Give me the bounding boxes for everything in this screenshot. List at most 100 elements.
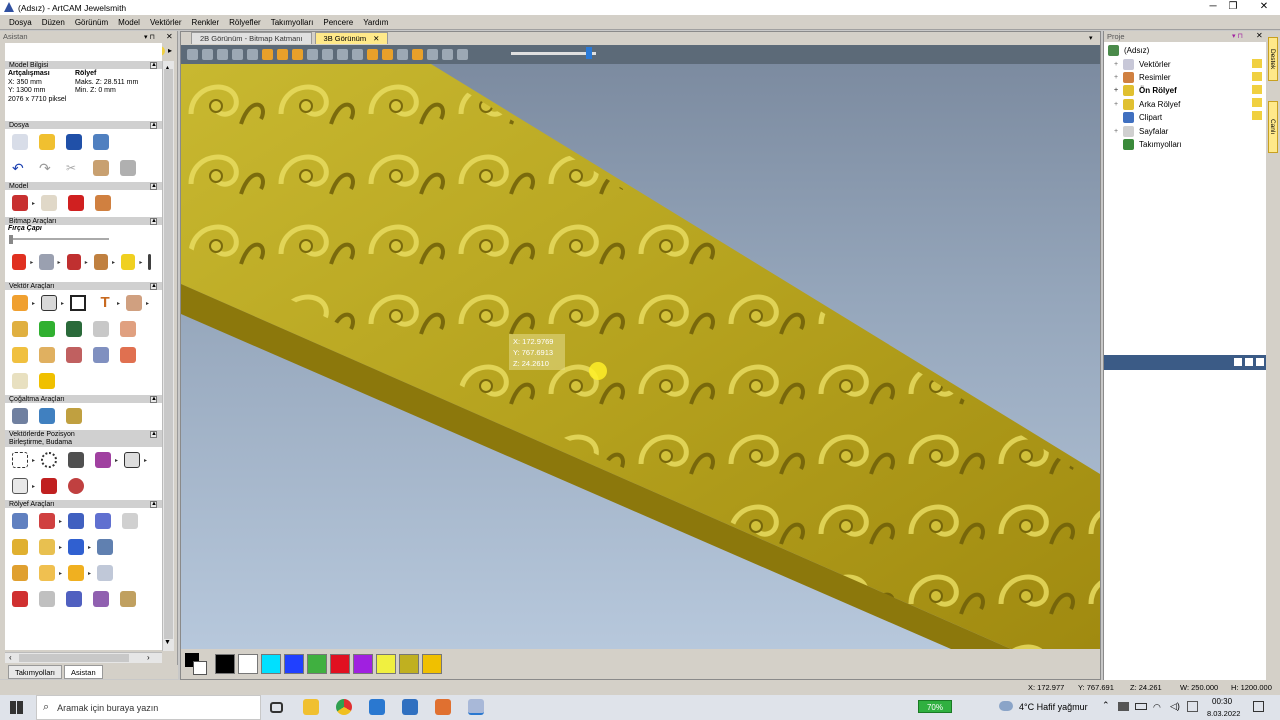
menu-dosya[interactable]: Dosya [9, 18, 32, 27]
model-resize-icon[interactable] [41, 195, 58, 211]
scroll-down-icon[interactable]: ▼ [164, 639, 171, 646]
view-side-icon[interactable] [232, 49, 243, 60]
toolpath-show-icon[interactable] [337, 49, 348, 60]
tree-item-images[interactable]: + Resimler [1108, 71, 1266, 84]
swatch-red[interactable] [330, 654, 350, 674]
relief-scale-icon[interactable] [12, 565, 28, 581]
model-setup-icon[interactable] [12, 195, 28, 211]
model-info-header[interactable]: Model Bilgisi ▲ [5, 60, 162, 69]
star-icon[interactable] [39, 373, 55, 389]
file-section-header[interactable]: Dosya ▲ [5, 120, 162, 129]
vector-section-header[interactable]: Vektör Araçları ▲ [5, 281, 162, 290]
select-arrow-icon[interactable] [12, 295, 28, 311]
lighting-icon[interactable] [367, 49, 378, 60]
properties-min-icon[interactable] [1245, 358, 1253, 366]
side-tab-support[interactable]: Destek [1268, 37, 1278, 81]
paste-icon[interactable] [120, 160, 136, 176]
tab-2d-view[interactable]: 2B Görünüm - Bitmap Katmanı [191, 32, 312, 44]
app-orange-icon[interactable] [435, 699, 451, 715]
left-horizontal-scrollbar[interactable]: ‹ › [5, 652, 162, 663]
primary-secondary-color[interactable] [185, 653, 207, 675]
start-icon[interactable] [10, 701, 23, 714]
battery-tray-icon[interactable] [1135, 703, 1147, 710]
weather-text[interactable]: 4°C Hafif yağmur [1019, 702, 1088, 712]
model-color-icon[interactable] [68, 195, 85, 211]
bitmap-section-header[interactable]: Bitmap Araçları ▲ [5, 216, 162, 225]
node-circle-icon[interactable] [41, 452, 58, 468]
curve-icon[interactable] [120, 321, 136, 337]
tab-assistant[interactable]: Asistan [64, 665, 103, 679]
spiral-icon[interactable] [68, 478, 85, 494]
swatch-white[interactable] [238, 654, 258, 674]
open-folder-icon[interactable] [39, 134, 55, 150]
wave-copy-icon[interactable] [39, 408, 55, 424]
new-file-icon[interactable] [12, 134, 28, 150]
fill-bucket-icon[interactable] [39, 254, 54, 270]
tab-toolpaths[interactable]: Takımyolları [8, 665, 63, 679]
mail-icon[interactable] [369, 699, 385, 715]
menu-model[interactable]: Model [118, 18, 140, 27]
tree-root[interactable]: (Adsız) [1108, 44, 1266, 57]
measure-icon[interactable] [12, 321, 28, 337]
swatch-purple[interactable] [353, 654, 373, 674]
swatch-black[interactable] [215, 654, 235, 674]
swatch-cyan[interactable] [261, 654, 281, 674]
bezier-icon[interactable] [120, 347, 136, 363]
scroll-thumb[interactable] [164, 69, 173, 639]
grid-icon[interactable] [66, 321, 82, 337]
3d-viewport[interactable]: X: 172.9769 Y: 767.6913 Z: 24.2610 [181, 64, 1100, 649]
tree-item-back-relief[interactable]: + Arka Rölyef [1108, 98, 1266, 111]
light-icon[interactable] [262, 49, 273, 60]
scroll-left-icon[interactable]: ‹ [9, 653, 12, 662]
swatch-gold[interactable] [422, 654, 442, 674]
rectangle-icon[interactable] [70, 295, 87, 311]
relief-bake-icon[interactable] [97, 565, 114, 581]
edit-view-icon[interactable] [427, 49, 438, 60]
scroll-right-icon[interactable]: › [147, 653, 150, 662]
join-icon[interactable] [66, 347, 82, 363]
shape-fill-icon[interactable] [121, 254, 136, 270]
colour-icon[interactable] [382, 49, 393, 60]
relief-stamp-icon[interactable] [93, 591, 109, 607]
tray-chevron-icon[interactable]: ⌃ [1102, 700, 1110, 711]
add-node-icon[interactable] [39, 321, 55, 337]
project-close-icon[interactable]: ✕ [1256, 31, 1263, 40]
relief-pillar-icon[interactable] [39, 591, 55, 607]
star-relief-icon[interactable] [68, 513, 85, 529]
mirror-icon[interactable] [93, 321, 109, 337]
zoom-slider-track[interactable] [511, 52, 596, 55]
tree-item-toolpaths[interactable]: Takımyolları [1108, 138, 1266, 151]
network-icon[interactable] [1118, 702, 1129, 711]
pin-icon[interactable]: ▾ ⊓ [144, 33, 155, 41]
copy-icon[interactable] [93, 160, 109, 176]
view-front-icon[interactable] [202, 49, 213, 60]
taskbar-search[interactable]: ⌕ Aramak için buraya yazın [36, 695, 261, 720]
tree-item-front-relief[interactable]: + Ön Rölyef [1108, 84, 1266, 97]
zoom-slider-knob[interactable] [586, 47, 592, 59]
menu-rolyefler[interactable]: Rölyefler [229, 18, 261, 27]
relief-combine-icon[interactable] [68, 539, 85, 555]
swatch-blue[interactable] [284, 654, 304, 674]
offset-icon[interactable] [12, 347, 28, 363]
tree-item-clipart[interactable]: Clipart [1108, 111, 1266, 124]
pencil-icon[interactable] [12, 254, 27, 270]
shape-editor-icon[interactable] [12, 513, 28, 529]
tree-item-vectors[interactable]: + Vektörler [1108, 57, 1266, 70]
trace-icon[interactable] [12, 373, 28, 389]
extrude-icon[interactable] [39, 513, 55, 529]
transform-icon[interactable] [41, 295, 58, 311]
menu-pencere[interactable]: Pencere [323, 18, 353, 27]
view-top-icon[interactable] [217, 49, 228, 60]
smooth-icon[interactable] [97, 539, 114, 555]
menu-renkler[interactable]: Renkler [192, 18, 220, 27]
align-icon[interactable] [12, 452, 28, 468]
menu-duzen[interactable]: Düzen [42, 18, 65, 27]
swatch-olive[interactable] [399, 654, 419, 674]
sculpt-icon[interactable] [39, 539, 55, 555]
panel-close-icon[interactable]: ✕ [166, 32, 173, 41]
relief-layer-icon[interactable] [68, 565, 85, 581]
eraser-icon[interactable] [93, 254, 109, 270]
save-icon[interactable] [66, 134, 82, 150]
properties-close-icon[interactable] [1256, 358, 1264, 366]
file-explorer-icon[interactable] [303, 699, 319, 715]
